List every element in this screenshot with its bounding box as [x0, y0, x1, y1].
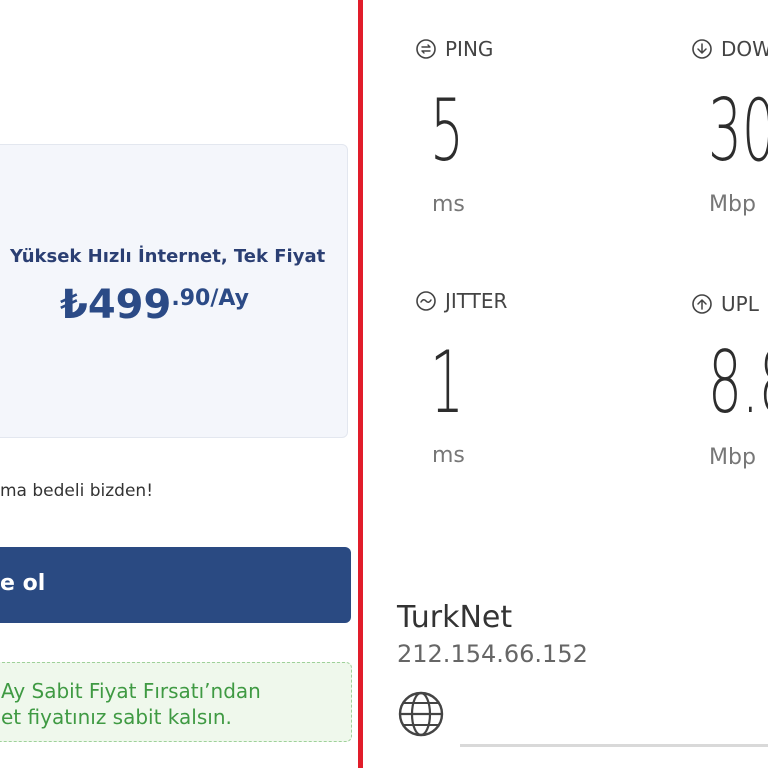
- offer-note: ma bedeli bizden!: [0, 481, 154, 501]
- ping-unit: ms: [432, 192, 465, 217]
- promo-line-1: Ay Sabit Fiyat Fırsatı’ndan: [1, 679, 261, 703]
- server-progress-line: [460, 744, 768, 747]
- download-label-text: DOW: [721, 37, 768, 61]
- offer-panel: Yüksek Hızlı İnternet, Tek Fiyat ₺499.90…: [0, 0, 360, 768]
- jitter-unit: ms: [432, 443, 465, 468]
- upload-icon: [692, 294, 712, 314]
- isp-name: TurkNet: [397, 600, 513, 635]
- globe-icon[interactable]: [397, 690, 445, 738]
- price-main: 499: [87, 282, 172, 328]
- promo-line-2: et fiyatınız sabit kalsın.: [1, 705, 232, 729]
- download-icon: [692, 39, 712, 59]
- upload-value: 8.8: [708, 333, 768, 433]
- offer-tagline: Yüksek Hızlı İnternet, Tek Fiyat: [10, 246, 326, 267]
- download-label: DOW: [691, 37, 768, 61]
- ping-label-text: PING: [445, 37, 494, 61]
- ip-address: 212.154.66.152: [397, 640, 588, 668]
- upload-label-text: UPL: [721, 292, 759, 316]
- currency-symbol: ₺: [60, 282, 88, 328]
- promo-banner: Ay Sabit Fiyat Fırsatı’ndan et fiyatınız…: [0, 662, 352, 742]
- ping-value: 5: [430, 81, 464, 181]
- jitter-label: JITTER: [415, 289, 507, 313]
- ping-icon: [416, 39, 436, 59]
- ping-label: PING: [415, 37, 493, 61]
- download-value: 30: [708, 81, 768, 181]
- upload-unit: Mbp: [709, 445, 756, 470]
- speedtest-panel: PING 5 ms DOW 30 Mbp JITTER 1 ms UPL 8.8…: [363, 0, 768, 768]
- jitter-value: 1: [430, 333, 464, 433]
- subscribe-button-label: e ol: [0, 571, 46, 596]
- subscribe-button[interactable]: e ol: [0, 547, 351, 623]
- download-unit: Mbp: [709, 192, 756, 217]
- price-suffix: .90/Ay: [171, 286, 249, 311]
- price: ₺499.90/Ay: [60, 282, 249, 328]
- jitter-label-text: JITTER: [445, 289, 508, 313]
- upload-label: UPL: [691, 292, 759, 316]
- jitter-icon: [416, 291, 436, 311]
